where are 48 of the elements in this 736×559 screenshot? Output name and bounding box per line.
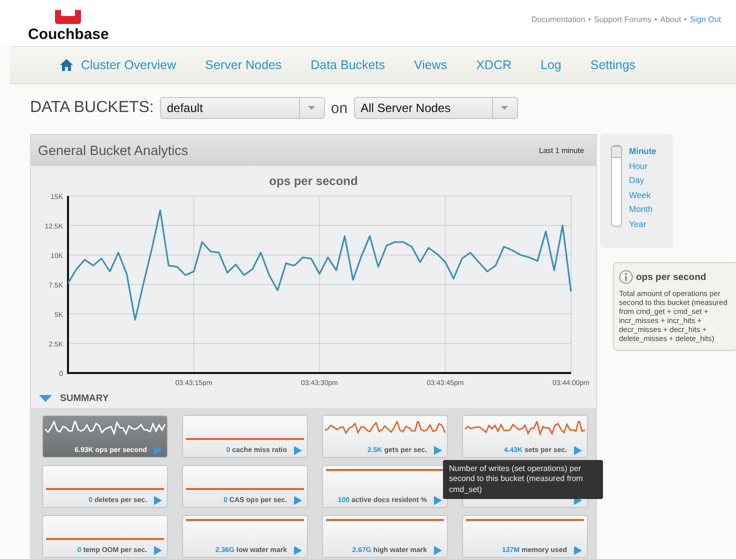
panel-title: General Bucket Analytics (38, 143, 188, 158)
header-link[interactable]: Support Forums (594, 15, 652, 24)
header-link[interactable]: Documentation (531, 15, 586, 24)
nodes-dropdown[interactable]: All Server Nodes (354, 97, 518, 119)
header-link[interactable]: About (660, 15, 682, 24)
separator-dot: • (654, 15, 658, 24)
nav-link[interactable]: XDCR (476, 58, 512, 72)
logo-text: Couchbase (28, 26, 109, 43)
bucket-dropdown[interactable]: default (160, 97, 325, 119)
separator-dot: • (588, 15, 591, 24)
play-icon (434, 496, 442, 505)
nav-link[interactable]: Views (414, 58, 448, 72)
nav-link[interactable]: Log (540, 58, 562, 72)
play-icon (294, 496, 302, 505)
tooltip: Number of writes (set operations) per second to this bucket (measured from cmd_set) (443, 460, 603, 500)
period-option[interactable]: Day (629, 174, 656, 188)
period-option[interactable]: Hour (629, 160, 656, 173)
nav-link[interactable]: Cluster Overview (60, 58, 176, 72)
play-icon (434, 446, 442, 455)
play-icon (154, 546, 162, 555)
period-option[interactable]: Minute (629, 145, 656, 158)
nav-link[interactable]: Server Nodes (205, 58, 282, 72)
slider-thumb[interactable] (611, 146, 622, 158)
play-icon (574, 546, 582, 555)
play-icon (434, 546, 442, 555)
play-icon (154, 496, 162, 505)
summary-title: SUMMARY (60, 392, 109, 404)
period-option[interactable]: Month (629, 203, 656, 216)
section-title: DATA BUCKETS: (30, 99, 154, 117)
play-icon (294, 546, 302, 555)
play-icon (294, 446, 302, 455)
chart-title: ops per second (269, 174, 358, 188)
play-icon (574, 446, 582, 455)
collapse-triangle-icon[interactable] (39, 394, 52, 402)
period-option[interactable]: Year (629, 218, 656, 231)
caret-icon (308, 106, 316, 110)
home-icon (60, 59, 73, 71)
info-title: ops per second (636, 272, 706, 282)
joiner-text: on (330, 100, 348, 116)
period-option[interactable]: Week (629, 188, 656, 202)
info-icon (619, 270, 633, 284)
nav-link[interactable]: Settings (590, 58, 636, 72)
separator-dot: • (684, 15, 687, 24)
header-link[interactable]: Sign Out (690, 15, 721, 24)
nav-link[interactable]: Data Buckets (310, 58, 385, 72)
play-icon (154, 446, 162, 455)
caret-icon (501, 106, 508, 110)
logo-icon (55, 10, 82, 24)
